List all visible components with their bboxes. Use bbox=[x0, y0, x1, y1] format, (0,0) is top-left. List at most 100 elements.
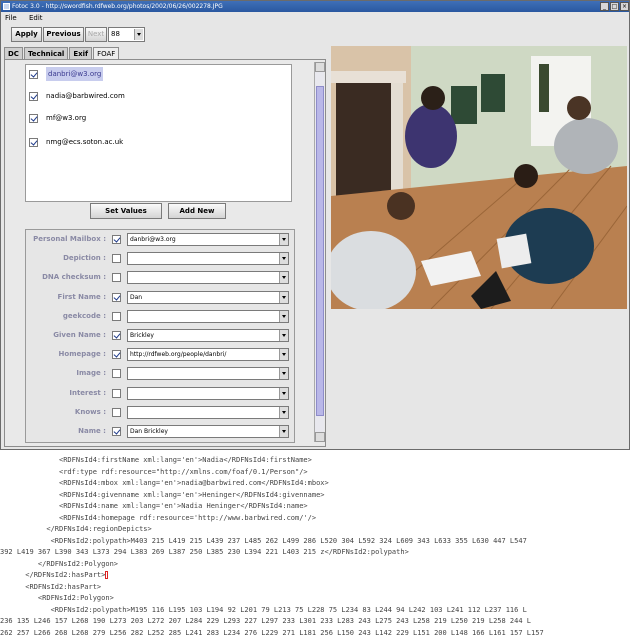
tab-technical[interactable]: Technical bbox=[23, 47, 69, 59]
property-value: danbri@w3.org bbox=[130, 236, 176, 243]
property-value: Dan bbox=[130, 293, 143, 301]
code-line: <RDFNsId4:name xml:lang='en'>Nadia Henin… bbox=[0, 502, 308, 510]
property-checkbox[interactable] bbox=[112, 388, 121, 398]
chevron-down-icon[interactable] bbox=[279, 272, 288, 284]
property-label: Given Name : bbox=[53, 331, 106, 339]
menu-file[interactable]: File bbox=[5, 14, 17, 22]
code-line: </RDFNsId2:Polygon> bbox=[0, 559, 119, 568]
rdf-source-view[interactable]: <RDFNsId4:firstName xml:lang='en'>Nadia<… bbox=[0, 452, 640, 640]
form-row: Knows : bbox=[26, 405, 294, 420]
people-list[interactable]: danbri@w3.org nadia@barbwired.com mf@w3.or… bbox=[25, 64, 292, 202]
property-checkbox[interactable] bbox=[112, 273, 121, 283]
property-checkbox[interactable] bbox=[112, 235, 121, 244]
property-checkbox[interactable] bbox=[112, 254, 121, 264]
property-checkbox[interactable] bbox=[112, 407, 121, 417]
title-bar[interactable]: Fotoc 3.0 - http://swordfish.rdfweb.org/… bbox=[1, 1, 629, 12]
chevron-down-icon[interactable] bbox=[279, 349, 288, 361]
person-checkbox[interactable] bbox=[29, 114, 38, 123]
property-value-combo[interactable] bbox=[127, 367, 289, 381]
property-value-combo[interactable]: danbri@w3.org bbox=[127, 233, 289, 246]
person-email: nadia@barbwired.com bbox=[46, 92, 125, 100]
list-item[interactable]: mf@w3.org bbox=[28, 111, 290, 125]
maximize-button[interactable]: □ bbox=[610, 2, 619, 11]
list-item[interactable]: nadia@barbwired.com bbox=[28, 89, 290, 103]
property-checkbox[interactable] bbox=[112, 350, 121, 360]
panel-scrollbar[interactable] bbox=[314, 62, 325, 442]
list-item[interactable]: danbri@w3.org bbox=[28, 67, 290, 81]
scroll-up-icon[interactable] bbox=[315, 62, 325, 72]
property-label: Knows : bbox=[74, 407, 106, 416]
form-row: geekcode : bbox=[26, 309, 294, 324]
window-title: Fotoc 3.0 - http://swordfish.rdfweb.org/… bbox=[12, 3, 223, 10]
tab-exif[interactable]: Exif bbox=[69, 47, 93, 59]
form-row: Image : bbox=[26, 366, 294, 381]
code-line: 262 257 L266 268 L268 279 L256 282 L252 … bbox=[0, 628, 544, 637]
chevron-down-icon[interactable] bbox=[279, 406, 288, 418]
property-checkbox[interactable] bbox=[112, 292, 121, 302]
property-checkbox[interactable] bbox=[112, 369, 121, 379]
property-label: First Name : bbox=[57, 292, 106, 301]
add-new-button[interactable]: Add New bbox=[168, 203, 226, 219]
chevron-down-icon[interactable] bbox=[279, 234, 288, 245]
property-label: Interest : bbox=[69, 388, 106, 397]
form-row: Homepage : http://rdfweb.org/people/danbr… bbox=[26, 347, 294, 362]
property-value-combo[interactable]: http://rdfweb.org/people/danbri/ bbox=[127, 348, 289, 362]
property-checkbox[interactable] bbox=[112, 331, 121, 340]
code-line: <RDFNsId4:givenname xml:lang='en'>Hening… bbox=[0, 490, 325, 499]
code-line: 236 135 L246 157 L268 190 L273 203 L272 … bbox=[0, 617, 532, 625]
code-line: <RDFNsId2:polypath>M195 116 L195 103 L19… bbox=[0, 605, 527, 614]
chevron-down-icon[interactable] bbox=[279, 310, 288, 322]
person-email: mf@w3.org bbox=[46, 114, 87, 122]
foaf-panel: danbri@w3.org nadia@barbwired.com mf@w3.or… bbox=[4, 59, 326, 447]
property-value: Dan Brickley bbox=[130, 428, 168, 435]
code-line: <RDFNsId2:polypath>M403 215 L419 215 L43… bbox=[0, 536, 527, 545]
photo-image bbox=[331, 46, 627, 309]
chevron-down-icon[interactable] bbox=[279, 426, 288, 437]
property-value-combo[interactable] bbox=[127, 405, 289, 419]
code-line: <RDFNsId2:hasPart> bbox=[0, 582, 102, 591]
minimize-button[interactable]: _ bbox=[600, 2, 609, 11]
menu-edit[interactable]: Edit bbox=[29, 14, 43, 22]
property-value-combo[interactable]: Dan Brickley bbox=[127, 425, 289, 438]
photo-number-value: 88 bbox=[111, 30, 120, 38]
code-line: <rdf:type rdf:resource="http://xmlns.com… bbox=[0, 467, 308, 476]
metadata-tabs: DC Technical Exif FOAF bbox=[4, 47, 120, 59]
tab-dc[interactable]: DC bbox=[4, 47, 23, 59]
property-value-combo[interactable]: Brickley bbox=[127, 329, 289, 342]
property-label: DNA checksum : bbox=[42, 273, 106, 282]
application-window: Fotoc 3.0 - http://swordfish.rdfweb.org/… bbox=[0, 0, 630, 450]
property-value-combo[interactable] bbox=[127, 386, 289, 400]
property-value-combo[interactable] bbox=[127, 252, 289, 266]
next-button[interactable]: Next bbox=[85, 27, 107, 42]
person-checkbox[interactable] bbox=[29, 92, 38, 101]
person-email: nmg@ecs.soton.ac.uk bbox=[46, 138, 124, 146]
previous-button[interactable]: Previous bbox=[43, 27, 84, 42]
form-row: First Name : Dan bbox=[26, 290, 294, 305]
chevron-down-icon[interactable] bbox=[279, 368, 288, 380]
scroll-thumb[interactable] bbox=[316, 86, 324, 416]
form-row: Personal Mailbox : danbri@w3.org bbox=[26, 232, 294, 247]
property-value-combo[interactable]: Dan bbox=[127, 290, 289, 304]
property-value-combo[interactable] bbox=[127, 271, 289, 285]
foaf-property-form: Personal Mailbox : danbri@w3.org Depiction… bbox=[25, 229, 295, 443]
property-label: Personal Mailbox : bbox=[33, 235, 106, 243]
property-checkbox[interactable] bbox=[112, 427, 121, 436]
list-item[interactable]: nmg@ecs.soton.ac.uk bbox=[28, 135, 290, 149]
chevron-down-icon[interactable] bbox=[279, 387, 288, 399]
scroll-down-icon[interactable] bbox=[315, 432, 325, 442]
code-line: <RDFNsId4:firstName xml:lang='en'>Nadia<… bbox=[0, 456, 312, 464]
close-button[interactable]: × bbox=[620, 2, 629, 11]
property-checkbox[interactable] bbox=[112, 311, 121, 321]
tab-foaf[interactable]: FOAF bbox=[93, 47, 120, 59]
person-checkbox[interactable] bbox=[29, 70, 38, 79]
chevron-down-icon[interactable] bbox=[279, 330, 288, 341]
set-values-button[interactable]: Set Values bbox=[90, 203, 162, 219]
chevron-down-icon[interactable] bbox=[279, 253, 288, 265]
apply-button[interactable]: Apply bbox=[11, 27, 42, 42]
chevron-down-icon[interactable] bbox=[279, 291, 288, 303]
person-checkbox[interactable] bbox=[29, 138, 38, 147]
photo-number-select[interactable]: 88 bbox=[108, 27, 145, 42]
photo-view[interactable] bbox=[331, 46, 627, 309]
chevron-down-icon bbox=[134, 29, 143, 40]
property-value-combo[interactable] bbox=[127, 309, 289, 323]
